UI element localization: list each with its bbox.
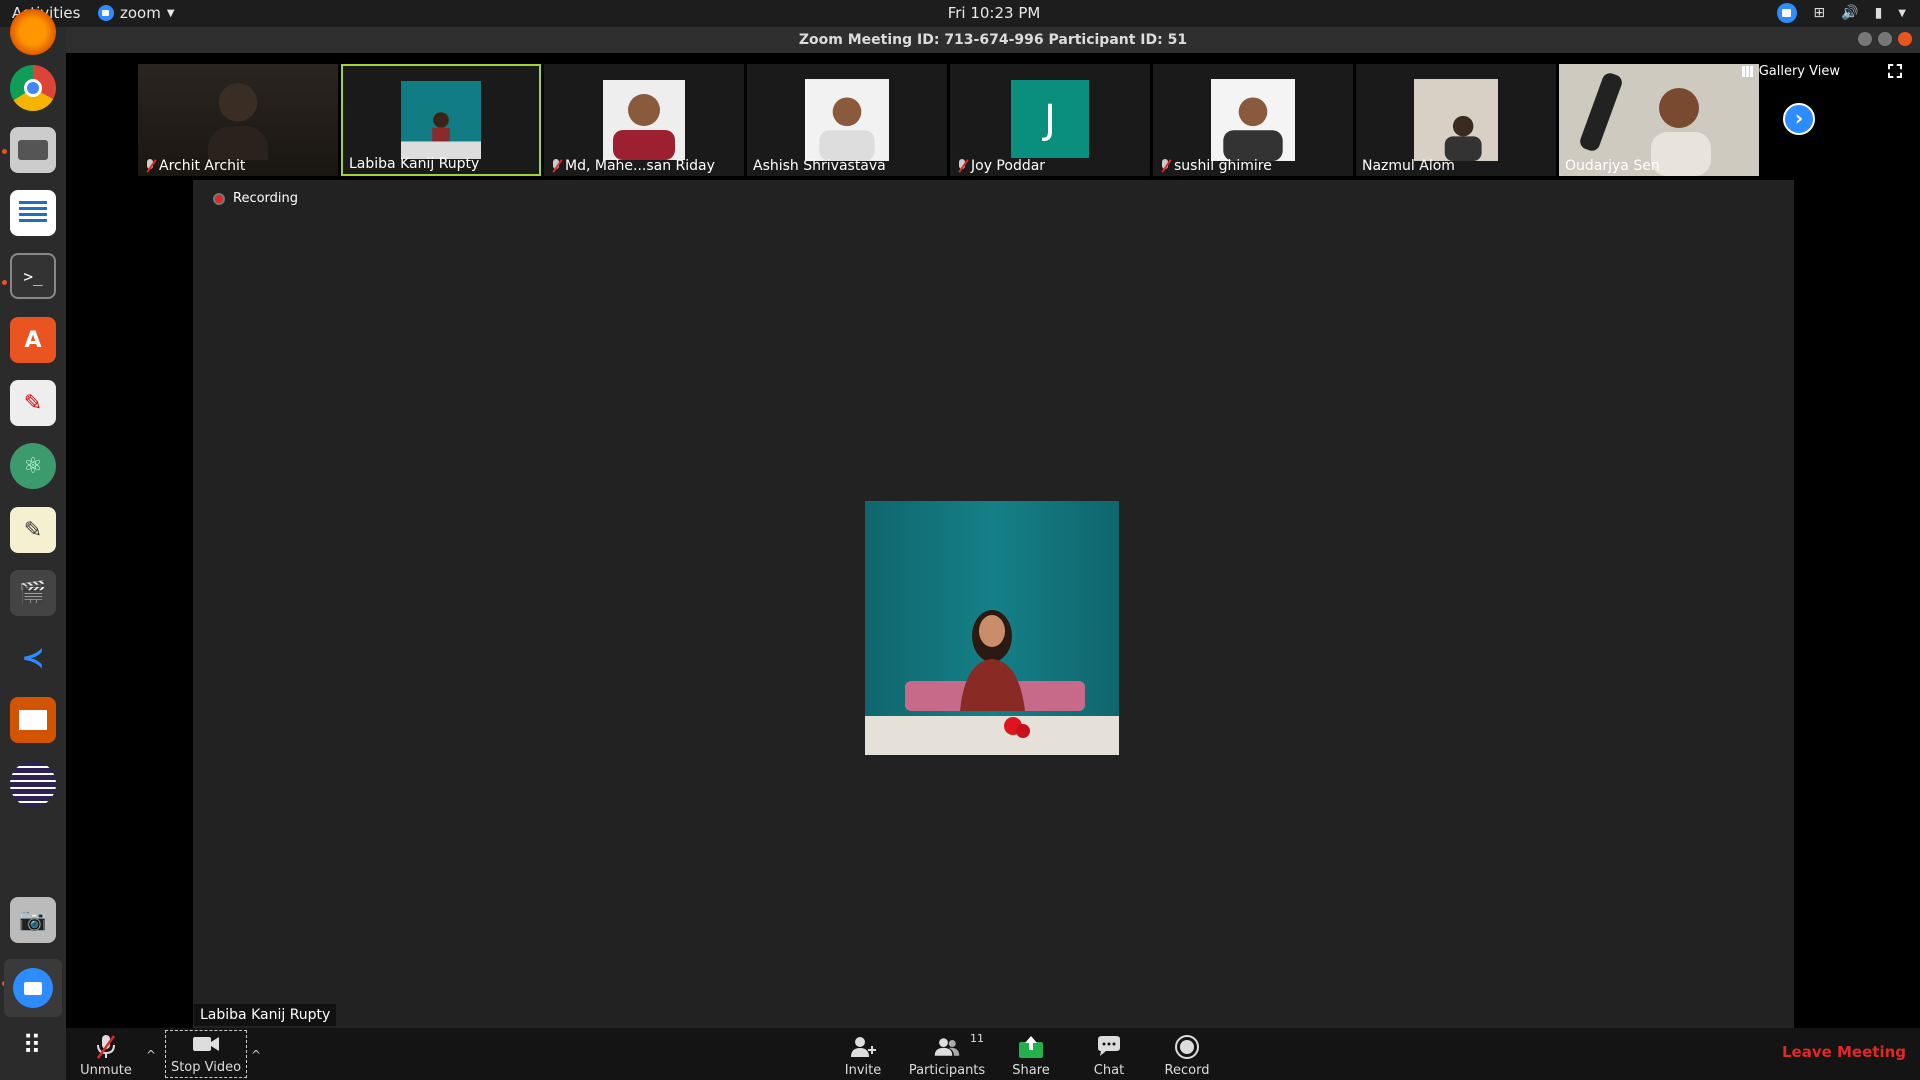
dock: >_ A ✎ ⚛ ✎ 🎬 ≺ 📷 ⠿ (0, 9, 66, 1080)
muted-mic-icon (1159, 159, 1171, 173)
participant-tile[interactable]: Nazmul Alom (1356, 64, 1556, 176)
participant-tile-active[interactable]: Labiba Kanij Rupty (341, 64, 541, 176)
audio-options-caret-icon[interactable]: ^ (146, 1048, 156, 1062)
share-screen-icon (1017, 1034, 1045, 1060)
window-title: Zoom Meeting ID: 713-674-996 Participant… (66, 27, 1920, 53)
impress-icon[interactable] (10, 697, 56, 743)
participant-name: Labiba Kanij Rupty (349, 156, 480, 172)
network-icon[interactable]: ⊞ (1813, 5, 1825, 21)
volume-icon[interactable]: 🔊 (1841, 5, 1858, 21)
participant-video (603, 80, 685, 160)
participant-strip: Archit Archit Labiba Kanij Rupty Md, Mah… (138, 64, 1759, 178)
firefox-icon[interactable] (10, 9, 56, 55)
files-icon[interactable] (10, 127, 56, 173)
participant-video (401, 80, 481, 160)
participant-tile[interactable]: Oudarjya Sen (1559, 64, 1759, 176)
running-indicator (2, 280, 7, 285)
leave-meeting-button[interactable]: Leave Meeting (1782, 1043, 1906, 1061)
video-editor-icon[interactable]: 🎬 (10, 570, 56, 616)
atom-icon[interactable]: ⚛ (10, 443, 56, 489)
muted-mic-icon (144, 159, 156, 173)
next-page-arrow-icon[interactable]: › (1783, 103, 1815, 135)
pdf-viewer-icon[interactable]: ✎ (10, 380, 56, 426)
eclipse-icon[interactable] (10, 761, 56, 807)
participant-tile[interactable]: sushil ghimire (1153, 64, 1353, 176)
power-menu-icon[interactable]: ▼ (1898, 8, 1906, 19)
window-controls (1858, 32, 1912, 46)
system-top-bar: Activities zoom ▼ Fri 10:23 PM ⊞ 🔊 ▮ ▼ (0, 0, 1920, 27)
muted-mic-icon (956, 159, 968, 173)
minimize-icon[interactable] (1858, 32, 1872, 46)
invite-user-icon (849, 1034, 877, 1060)
invite-label: Invite (844, 1063, 882, 1078)
gallery-view-button[interactable]: Gallery View (1741, 64, 1840, 79)
close-icon[interactable] (1898, 32, 1912, 46)
grid-icon (1741, 66, 1753, 77)
zoom-tray-icon[interactable] (1777, 3, 1798, 23)
recording-indicator: Recording (213, 191, 298, 206)
participants-label: Participants (908, 1063, 986, 1078)
show-apps-icon[interactable]: ⠿ (10, 1023, 56, 1069)
video-options-caret-icon[interactable]: ^ (251, 1048, 261, 1062)
running-indicator (2, 149, 7, 154)
text-editor-icon[interactable]: ✎ (10, 507, 56, 553)
recording-dot-icon (213, 192, 225, 205)
participant-name: Nazmul Alom (1362, 158, 1455, 174)
record-button[interactable]: Record (1163, 1028, 1211, 1080)
active-speaker-name: Labiba Kanij Rupty (194, 1004, 337, 1026)
gallery-view-label: Gallery View (1758, 64, 1840, 79)
participant-tile[interactable]: Ashish Shrivastava (747, 64, 947, 176)
muted-mic-icon (550, 159, 562, 173)
participant-tile[interactable]: Md, Mahe...san Riday (544, 64, 744, 176)
zoom-icon[interactable] (4, 959, 62, 1017)
share-button[interactable]: Share (1010, 1028, 1052, 1080)
maximize-icon[interactable] (1878, 32, 1892, 46)
recording-label: Recording (233, 191, 299, 206)
unmute-label: Unmute (80, 1063, 132, 1078)
speaker-avatar (865, 501, 1119, 755)
video-camera-icon (192, 1031, 220, 1057)
muted-microphone-icon (92, 1034, 120, 1060)
meeting-toolbar (66, 1028, 1920, 1080)
fullscreen-icon[interactable] (1888, 64, 1902, 78)
participant-name: Md, Mahe...san Riday (550, 158, 715, 174)
record-icon (1173, 1034, 1201, 1060)
participant-tile[interactable]: Archit Archit (138, 64, 338, 176)
camera-icon[interactable]: 📷 (10, 897, 56, 943)
avatar-initial: J (1011, 80, 1089, 158)
participants-count-badge: 11 (970, 1032, 984, 1045)
record-label: Record (1164, 1063, 1210, 1078)
participant-tile[interactable]: J Joy Poddar (950, 64, 1150, 176)
chat-button[interactable]: Chat (1090, 1028, 1128, 1080)
participant-video (208, 83, 268, 160)
invite-button[interactable]: Invite (840, 1028, 886, 1080)
writer-icon[interactable] (10, 190, 56, 236)
chat-bubble-icon (1095, 1034, 1123, 1060)
terminal-icon[interactable]: >_ (10, 253, 56, 299)
share-label: Share (1012, 1063, 1050, 1078)
battery-icon[interactable]: ▮ (1875, 5, 1883, 21)
chrome-icon[interactable] (10, 65, 56, 111)
unmute-button[interactable]: Unmute (80, 1028, 132, 1080)
stop-video-button[interactable]: Stop Video (165, 1030, 247, 1078)
clock[interactable]: Fri 10:23 PM (0, 4, 1920, 22)
participant-name: Ashish Shrivastava (753, 158, 886, 174)
vscode-icon[interactable]: ≺ (10, 634, 56, 680)
participant-name: Joy Poddar (956, 158, 1045, 174)
participant-name: Archit Archit (144, 158, 245, 174)
stop-video-label: Stop Video (170, 1060, 242, 1075)
chat-label: Chat (1093, 1063, 1125, 1078)
software-center-icon[interactable]: A (10, 317, 56, 363)
system-tray[interactable]: ⊞ 🔊 ▮ ▼ (1777, 3, 1906, 23)
participant-name: sushil ghimire (1159, 158, 1272, 174)
participants-icon (933, 1034, 961, 1060)
participant-name: Oudarjya Sen (1565, 158, 1660, 174)
